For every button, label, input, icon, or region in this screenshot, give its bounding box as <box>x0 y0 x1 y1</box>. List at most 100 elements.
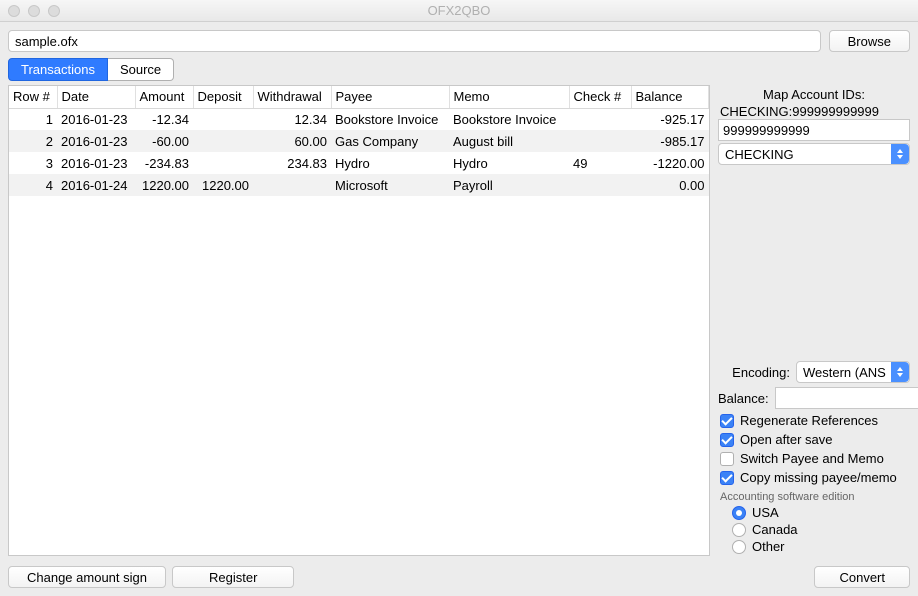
col-deposit[interactable]: Deposit <box>193 86 253 108</box>
table-row[interactable]: 4 2016-01-24 1220.00 1220.00 Microsoft P… <box>9 174 709 196</box>
edition-usa-radio[interactable] <box>732 506 746 520</box>
account-type-select[interactable]: CHECKING <box>718 143 910 165</box>
bottom-bar: Change amount sign Register Convert <box>0 560 918 596</box>
col-date[interactable]: Date <box>57 86 135 108</box>
switch-payee-memo-label: Switch Payee and Memo <box>740 451 884 466</box>
edition-other-radio[interactable] <box>732 540 746 554</box>
cell-deposit <box>193 108 253 130</box>
balance-label: Balance: <box>718 391 769 406</box>
open-after-save-label: Open after save <box>740 432 833 447</box>
switch-payee-memo-row[interactable]: Switch Payee and Memo <box>718 451 910 466</box>
cell-payee: Gas Company <box>331 130 449 152</box>
cell-memo: Payroll <box>449 174 569 196</box>
tab-source[interactable]: Source <box>108 58 174 81</box>
edition-canada-radio[interactable] <box>732 523 746 537</box>
cell-amount: -12.34 <box>135 108 193 130</box>
convert-button[interactable]: Convert <box>814 566 910 588</box>
transactions-panel: Row # Date Amount Deposit Withdrawal Pay… <box>8 85 710 556</box>
table-row[interactable]: 2 2016-01-23 -60.00 60.00 Gas Company Au… <box>9 130 709 152</box>
cell-date: 2016-01-23 <box>57 108 135 130</box>
window-title: OFX2QBO <box>0 3 918 18</box>
cell-row: 1 <box>9 108 57 130</box>
browse-button[interactable]: Browse <box>829 30 910 52</box>
cell-balance: -925.17 <box>631 108 709 130</box>
cell-deposit: 1220.00 <box>193 174 253 196</box>
col-payee[interactable]: Payee <box>331 86 449 108</box>
cell-deposit <box>193 152 253 174</box>
cell-payee: Bookstore Invoice <box>331 108 449 130</box>
cell-balance: -985.17 <box>631 130 709 152</box>
cell-check <box>569 174 631 196</box>
edition-other-row[interactable]: Other <box>718 539 910 554</box>
tab-bar: Transactions Source <box>0 58 918 81</box>
encoding-label: Encoding: <box>718 365 790 380</box>
cell-payee: Microsoft <box>331 174 449 196</box>
balance-row: Balance: <box>718 387 910 409</box>
chevron-updown-icon <box>891 362 909 382</box>
chevron-updown-icon <box>891 144 909 164</box>
encoding-select[interactable]: Western (ANS <box>796 361 910 383</box>
balance-input[interactable] <box>775 387 918 409</box>
cell-row: 2 <box>9 130 57 152</box>
cell-memo: Hydro <box>449 152 569 174</box>
copy-missing-checkbox[interactable] <box>720 471 734 485</box>
col-memo[interactable]: Memo <box>449 86 569 108</box>
zoom-window-icon[interactable] <box>48 5 60 17</box>
cell-deposit <box>193 130 253 152</box>
window-titlebar: OFX2QBO <box>0 0 918 22</box>
window-controls <box>8 5 60 17</box>
edition-canada-row[interactable]: Canada <box>718 522 910 537</box>
copy-missing-label: Copy missing payee/memo <box>740 470 897 485</box>
copy-missing-row[interactable]: Copy missing payee/memo <box>718 470 910 485</box>
change-amount-sign-button[interactable]: Change amount sign <box>8 566 166 588</box>
regenerate-references-row[interactable]: Regenerate References <box>718 413 910 428</box>
cell-withdrawal: 60.00 <box>253 130 331 152</box>
cell-withdrawal: 234.83 <box>253 152 331 174</box>
cell-withdrawal <box>253 174 331 196</box>
regenerate-references-checkbox[interactable] <box>720 414 734 428</box>
cell-memo: Bookstore Invoice <box>449 108 569 130</box>
cell-check <box>569 130 631 152</box>
col-row[interactable]: Row # <box>9 86 57 108</box>
close-window-icon[interactable] <box>8 5 20 17</box>
file-path-input[interactable] <box>8 30 821 52</box>
edition-other-label: Other <box>752 539 785 554</box>
cell-amount: -234.83 <box>135 152 193 174</box>
col-balance[interactable]: Balance <box>631 86 709 108</box>
open-after-save-row[interactable]: Open after save <box>718 432 910 447</box>
cell-amount: 1220.00 <box>135 174 193 196</box>
col-check[interactable]: Check # <box>569 86 631 108</box>
table-row[interactable]: 1 2016-01-23 -12.34 12.34 Bookstore Invo… <box>9 108 709 130</box>
switch-payee-memo-checkbox[interactable] <box>720 452 734 466</box>
cell-memo: August bill <box>449 130 569 152</box>
minimize-window-icon[interactable] <box>28 5 40 17</box>
cell-date: 2016-01-24 <box>57 174 135 196</box>
col-withdrawal[interactable]: Withdrawal <box>253 86 331 108</box>
col-amount[interactable]: Amount <box>135 86 193 108</box>
cell-row: 3 <box>9 152 57 174</box>
edition-usa-row[interactable]: USA <box>718 505 910 520</box>
regenerate-references-label: Regenerate References <box>740 413 878 428</box>
encoding-value: Western (ANS <box>803 365 886 380</box>
edition-group-label: Accounting software edition <box>718 489 910 505</box>
cell-balance: 0.00 <box>631 174 709 196</box>
account-id-input[interactable] <box>718 119 910 141</box>
cell-balance: -1220.00 <box>631 152 709 174</box>
cell-row: 4 <box>9 174 57 196</box>
cell-withdrawal: 12.34 <box>253 108 331 130</box>
register-button[interactable]: Register <box>172 566 294 588</box>
edition-canada-label: Canada <box>752 522 798 537</box>
cell-check <box>569 108 631 130</box>
transactions-table: Row # Date Amount Deposit Withdrawal Pay… <box>9 86 709 196</box>
cell-date: 2016-01-23 <box>57 152 135 174</box>
edition-usa-label: USA <box>752 505 779 520</box>
cell-payee: Hydro <box>331 152 449 174</box>
main-content: Row # Date Amount Deposit Withdrawal Pay… <box>0 81 918 560</box>
cell-check: 49 <box>569 152 631 174</box>
tab-transactions[interactable]: Transactions <box>8 58 108 81</box>
open-after-save-checkbox[interactable] <box>720 433 734 447</box>
map-account-ids-title: Map Account IDs: <box>718 85 910 104</box>
table-row[interactable]: 3 2016-01-23 -234.83 234.83 Hydro Hydro … <box>9 152 709 174</box>
settings-panel: Map Account IDs: CHECKING:999999999999 C… <box>718 85 910 556</box>
file-selector-bar: Browse <box>0 22 918 58</box>
